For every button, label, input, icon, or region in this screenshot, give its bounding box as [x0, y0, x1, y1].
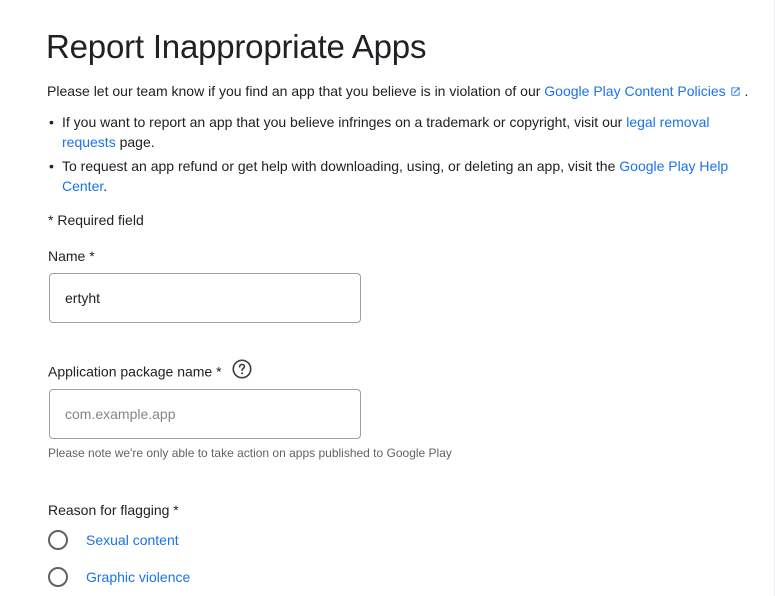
list-item: • If you want to report an app that you …: [47, 112, 737, 152]
bullet-text-end: .: [103, 178, 108, 194]
radio-button[interactable]: [48, 567, 68, 587]
intro-text: Please let our team know if you find an …: [47, 81, 748, 102]
name-label: Name *: [48, 248, 95, 264]
report-apps-page: Report Inappropriate Apps Please let our…: [0, 0, 775, 596]
bullet-text: To request an app refund or get help wit…: [62, 158, 620, 174]
bullet-dot: •: [49, 114, 54, 130]
page-title: Report Inappropriate Apps: [46, 28, 427, 65]
reason-option-sexual-content[interactable]: Sexual content: [48, 528, 179, 552]
radio-button[interactable]: [48, 530, 68, 550]
content-policies-link[interactable]: Google Play Content Policies: [544, 83, 740, 99]
external-link-icon: [730, 82, 741, 102]
package-label-row: Application package name *: [48, 358, 253, 385]
content-policies-link-label: Google Play Content Policies: [544, 83, 726, 99]
package-label: Application package name *: [48, 363, 222, 380]
bullet-text-end: page.: [115, 134, 155, 150]
list-item: • To request an app refund or get help w…: [47, 156, 737, 196]
intro-body: Please let our team know if you find an …: [47, 83, 545, 99]
radio-label: Graphic violence: [86, 569, 191, 585]
name-input[interactable]: [49, 273, 361, 323]
info-bullets: • If you want to report an app that you …: [47, 112, 737, 200]
bullet-dot: •: [49, 158, 54, 174]
package-hint: Please note we're only able to take acti…: [48, 446, 452, 460]
required-field-note: * Required field: [48, 212, 144, 228]
reason-option-graphic-violence[interactable]: Graphic violence: [48, 565, 190, 589]
radio-label: Sexual content: [86, 532, 179, 548]
package-name-input[interactable]: [49, 389, 361, 439]
help-circle-icon[interactable]: [231, 358, 253, 385]
bullet-text: If you want to report an app that you be…: [62, 114, 627, 130]
intro-suffix: .: [740, 83, 749, 99]
reason-label: Reason for flagging *: [48, 502, 179, 518]
